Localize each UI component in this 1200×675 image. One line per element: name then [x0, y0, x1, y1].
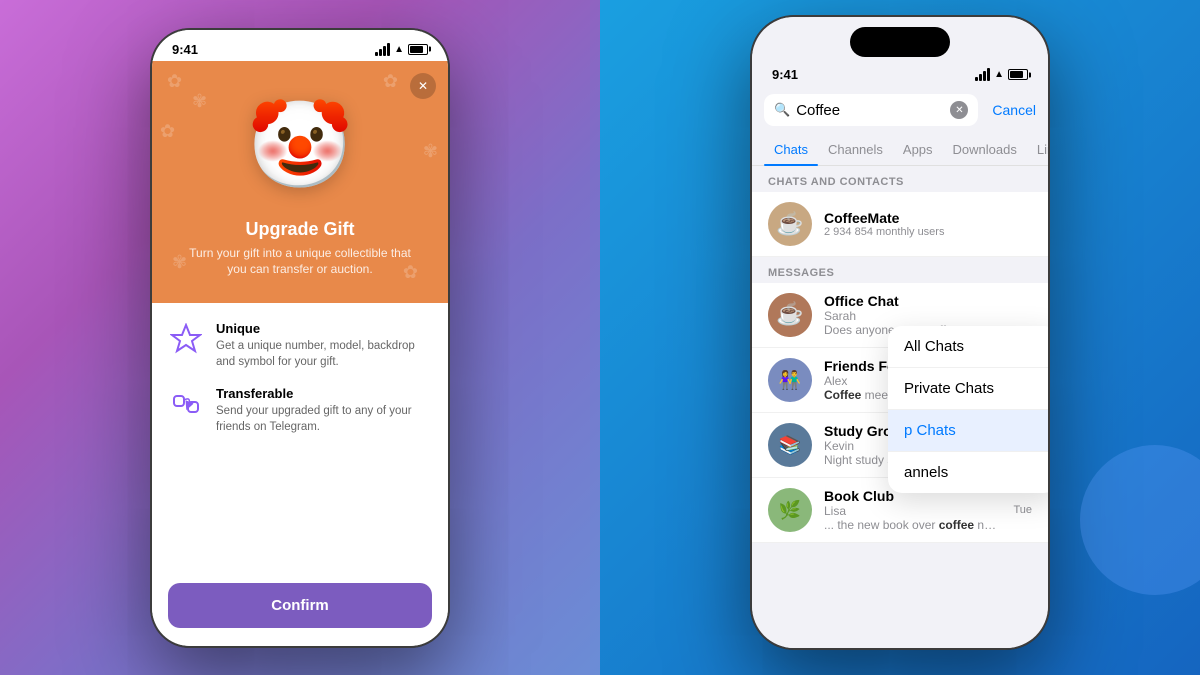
modal-subtitle: Turn your gift into a unique collectible…: [172, 245, 428, 279]
feature-unique-desc: Get a unique number, model, backdrop and…: [216, 338, 432, 370]
status-icons-left: ▲: [375, 43, 428, 56]
contacts-list: ☕ CoffeeMate 2 934 854 monthly users: [752, 192, 1048, 257]
signal-icon: [375, 43, 390, 56]
flower-deco-5: ✿: [403, 262, 418, 283]
status-icons-right: ▲: [975, 68, 1028, 81]
status-bar-left: 9:41 ▲: [152, 30, 448, 61]
flower-deco-4: ✾: [172, 252, 187, 273]
tab-apps[interactable]: Apps: [893, 134, 943, 165]
signal-icon-right: [975, 68, 990, 81]
modal-white-section: Unique Get a unique number, model, backd…: [152, 303, 448, 645]
feature-transferable-title: Transferable: [216, 386, 432, 401]
search-clear-button[interactable]: ✕: [950, 101, 968, 119]
dynamic-island: [850, 27, 950, 57]
content-area: CHATS AND CONTACTS ☕ CoffeeMate 2 934 85…: [752, 166, 1048, 648]
feature-unique-text: Unique Get a unique number, model, backd…: [216, 321, 432, 370]
flower-deco-1: ✿: [167, 71, 182, 92]
svg-text:☕: ☕: [776, 300, 803, 326]
tabs-container: Chats Channels Apps Downloads Links: [752, 134, 1048, 166]
flower-deco-3: ✿: [383, 71, 398, 92]
flower-deco-6: ✿: [160, 121, 175, 142]
chat-preview: Lisa... the new book over coffee next we…: [824, 504, 1001, 532]
battery-icon: [408, 44, 428, 55]
flower-deco-7: ✾: [423, 141, 438, 162]
flower-deco-2: ✾: [192, 91, 207, 112]
chat-time: Tue: [1013, 504, 1032, 516]
phone-left-screen: 9:41 ▲: [152, 30, 448, 646]
gift-emoji: 🤡: [247, 103, 353, 188]
left-panel: 9:41 ▲: [0, 0, 600, 675]
chat-info: Book Club Lisa... the new book over coff…: [824, 488, 1001, 532]
modal-area: ✿ ✾ ✿ ✾ ✿ ✿ ✾ ✕ 🤡 Upgrade Gift Turn your…: [152, 61, 448, 646]
search-query-text: Coffee: [796, 102, 944, 119]
tab-links[interactable]: Links: [1027, 134, 1048, 165]
transfer-icon: [168, 386, 204, 422]
blue-circle-decoration: [1080, 445, 1200, 595]
modal-close-button[interactable]: ✕: [410, 73, 436, 99]
feature-transferable: Transferable Send your upgraded gift to …: [168, 386, 432, 435]
messages-section-header: MESSAGES: [752, 257, 1048, 283]
dropdown-item-private-chats[interactable]: Private Chats: [888, 368, 1048, 410]
chats-section-header: CHATS AND CONTACTS: [752, 166, 1048, 192]
feature-list: Unique Get a unique number, model, backd…: [168, 321, 432, 435]
phone-right: 9:41 ▲ 🔍: [750, 15, 1050, 650]
modal-orange-section: ✿ ✾ ✿ ✾ ✿ ✿ ✾ ✕ 🤡 Upgrade Gift Turn your…: [152, 61, 448, 304]
feature-transferable-text: Transferable Send your upgraded gift to …: [216, 386, 432, 435]
highlight-text: coffee: [939, 518, 974, 532]
phone-right-screen: 9:41 ▲ 🔍: [752, 17, 1048, 648]
cancel-button[interactable]: Cancel: [984, 102, 1036, 118]
dropdown-item-channels[interactable]: annels: [888, 452, 1048, 493]
wifi-icon-right: ▲: [994, 69, 1004, 80]
list-item[interactable]: ☕ CoffeeMate 2 934 854 monthly users: [752, 192, 1048, 257]
tab-downloads[interactable]: Downloads: [943, 134, 1027, 165]
modal-title: Upgrade Gift: [245, 219, 354, 240]
search-icon: 🔍: [774, 102, 790, 118]
dropdown-menu: All Chats Private Chats p Chats annels: [888, 326, 1048, 493]
chat-sub: 2 934 854 monthly users: [824, 226, 1032, 238]
avatar: 📚: [768, 423, 812, 467]
tab-chats[interactable]: Chats: [764, 134, 818, 165]
highlight-text: Coffee: [824, 388, 861, 402]
battery-icon-right: [1008, 69, 1028, 80]
chat-name: CoffeeMate: [824, 210, 1032, 226]
gift-emoji-container: 🤡: [235, 81, 365, 211]
wifi-icon: ▲: [394, 44, 404, 55]
search-bar[interactable]: 🔍 Coffee ✕: [764, 94, 978, 126]
confirm-button[interactable]: Confirm: [168, 583, 432, 628]
chat-name: Office Chat: [824, 293, 1032, 309]
unique-icon: [168, 321, 204, 357]
avatar: 🌿: [768, 488, 812, 532]
avatar: 👫: [768, 358, 812, 402]
dropdown-item-all-chats[interactable]: All Chats: [888, 326, 1048, 368]
tab-channels[interactable]: Channels: [818, 134, 893, 165]
feature-unique: Unique Get a unique number, model, backd…: [168, 321, 432, 370]
dropdown-item-group-chats[interactable]: p Chats: [888, 410, 1048, 452]
status-time-right: 9:41: [772, 67, 798, 82]
feature-transferable-desc: Send your upgraded gift to any of your f…: [216, 403, 432, 435]
chat-info: CoffeeMate 2 934 854 monthly users: [824, 210, 1032, 238]
right-panel: 9:41 ▲ 🔍: [600, 0, 1200, 675]
feature-unique-title: Unique: [216, 321, 432, 336]
avatar: ☕: [768, 293, 812, 337]
search-bar-container: 🔍 Coffee ✕ Cancel: [752, 86, 1048, 134]
phone-left: 9:41 ▲: [150, 28, 450, 648]
avatar: ☕: [768, 202, 812, 246]
status-time-left: 9:41: [172, 42, 198, 57]
